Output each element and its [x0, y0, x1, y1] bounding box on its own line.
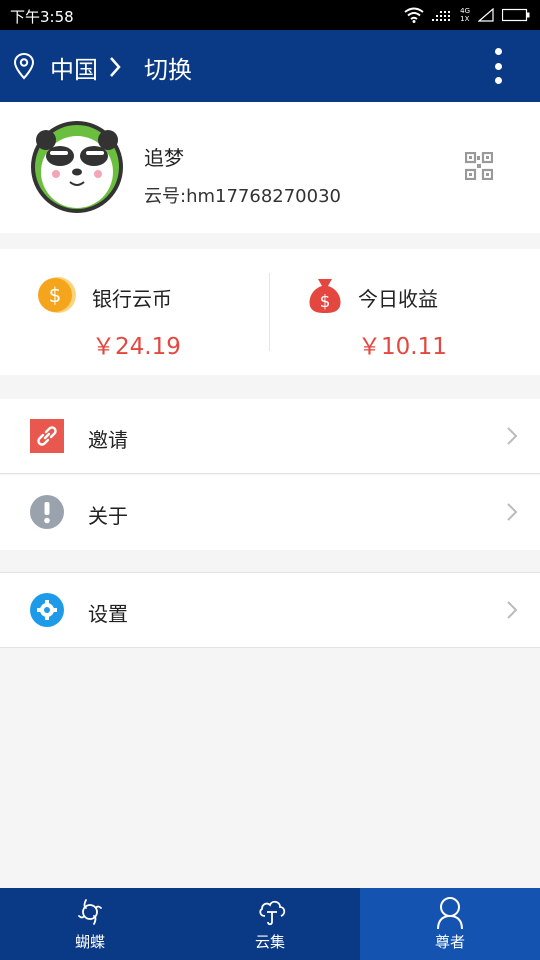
wifi-icon	[404, 7, 424, 23]
more-dot	[494, 77, 502, 84]
today-earnings-value: ￥10.11	[358, 334, 447, 360]
profile-card[interactable]: 追梦 云号:hm17768270030	[0, 102, 540, 233]
app-bar: 中国 切换	[0, 30, 540, 102]
tab-profile[interactable]: 尊者	[360, 888, 540, 960]
bank-coins-stat[interactable]: $ 银行云币 ￥24.19	[0, 249, 270, 375]
tab-cloud[interactable]: 云集	[180, 888, 360, 960]
person-icon	[437, 897, 463, 930]
menu-item-invite[interactable]: 邀请	[0, 399, 540, 474]
stats-card: $ 银行云币 ￥24.19 $ 今日收益 ￥10.11	[0, 249, 540, 375]
user-id: 云号:hm17768270030	[144, 186, 341, 207]
tab-butterfly[interactable]: 蝴蝶	[0, 888, 180, 960]
menu-item-settings[interactable]: 设置	[0, 572, 540, 648]
qr-code-icon[interactable]	[465, 152, 493, 180]
chevron-right-icon	[507, 503, 518, 521]
more-options-icon[interactable]	[486, 48, 510, 84]
bank-coins-value: ￥24.19	[92, 334, 181, 360]
settings-icon	[30, 593, 64, 627]
today-earnings-label: 今日收益	[358, 287, 438, 311]
tab-label-cloud: 云集	[254, 933, 285, 951]
cloud-icon	[259, 900, 286, 926]
location-pin-icon[interactable]	[12, 52, 36, 80]
bottom-nav: 蝴蝶 云集 尊者	[0, 888, 540, 960]
tab-label-profile: 尊者	[434, 933, 465, 951]
today-earnings-stat[interactable]: $ 今日收益 ￥10.11	[270, 249, 540, 375]
coin-icon: $	[38, 277, 76, 313]
svg-text:$: $	[320, 292, 331, 312]
signal-bars-icon	[478, 8, 494, 22]
svg-text:$: $	[49, 283, 62, 307]
menu-label-about: 关于	[88, 504, 128, 528]
more-dot	[494, 62, 502, 70]
network-type: 4G 1X	[460, 7, 470, 23]
chevron-right-icon	[507, 427, 518, 445]
switch-location-button[interactable]: 切换	[144, 50, 192, 85]
network-type-top: 4G	[460, 7, 470, 15]
tab-label-butterfly: 蝴蝶	[74, 933, 105, 951]
status-bar: 下午3:58 4G 1X	[0, 0, 540, 30]
info-icon	[30, 495, 64, 529]
money-bag-icon: $	[309, 279, 341, 313]
signal-dots-icon	[432, 11, 451, 21]
chevron-right-icon[interactable]	[108, 56, 122, 78]
status-icons: 4G 1X	[404, 6, 530, 24]
user-name: 追梦	[144, 146, 184, 170]
butterfly-icon	[78, 899, 102, 925]
link-icon	[30, 419, 64, 453]
menu-label-invite: 邀请	[88, 428, 128, 452]
network-type-bottom: 1X	[460, 15, 470, 23]
battery-icon	[502, 8, 530, 22]
chevron-right-icon	[507, 601, 518, 619]
menu-item-about[interactable]: 关于	[0, 475, 540, 550]
status-time: 下午3:58	[10, 8, 74, 26]
menu-label-settings: 设置	[88, 602, 128, 626]
avatar[interactable]	[30, 120, 124, 214]
more-dot	[494, 48, 502, 55]
bank-coins-label: 银行云币	[92, 287, 172, 311]
location-country[interactable]: 中国	[50, 50, 98, 85]
